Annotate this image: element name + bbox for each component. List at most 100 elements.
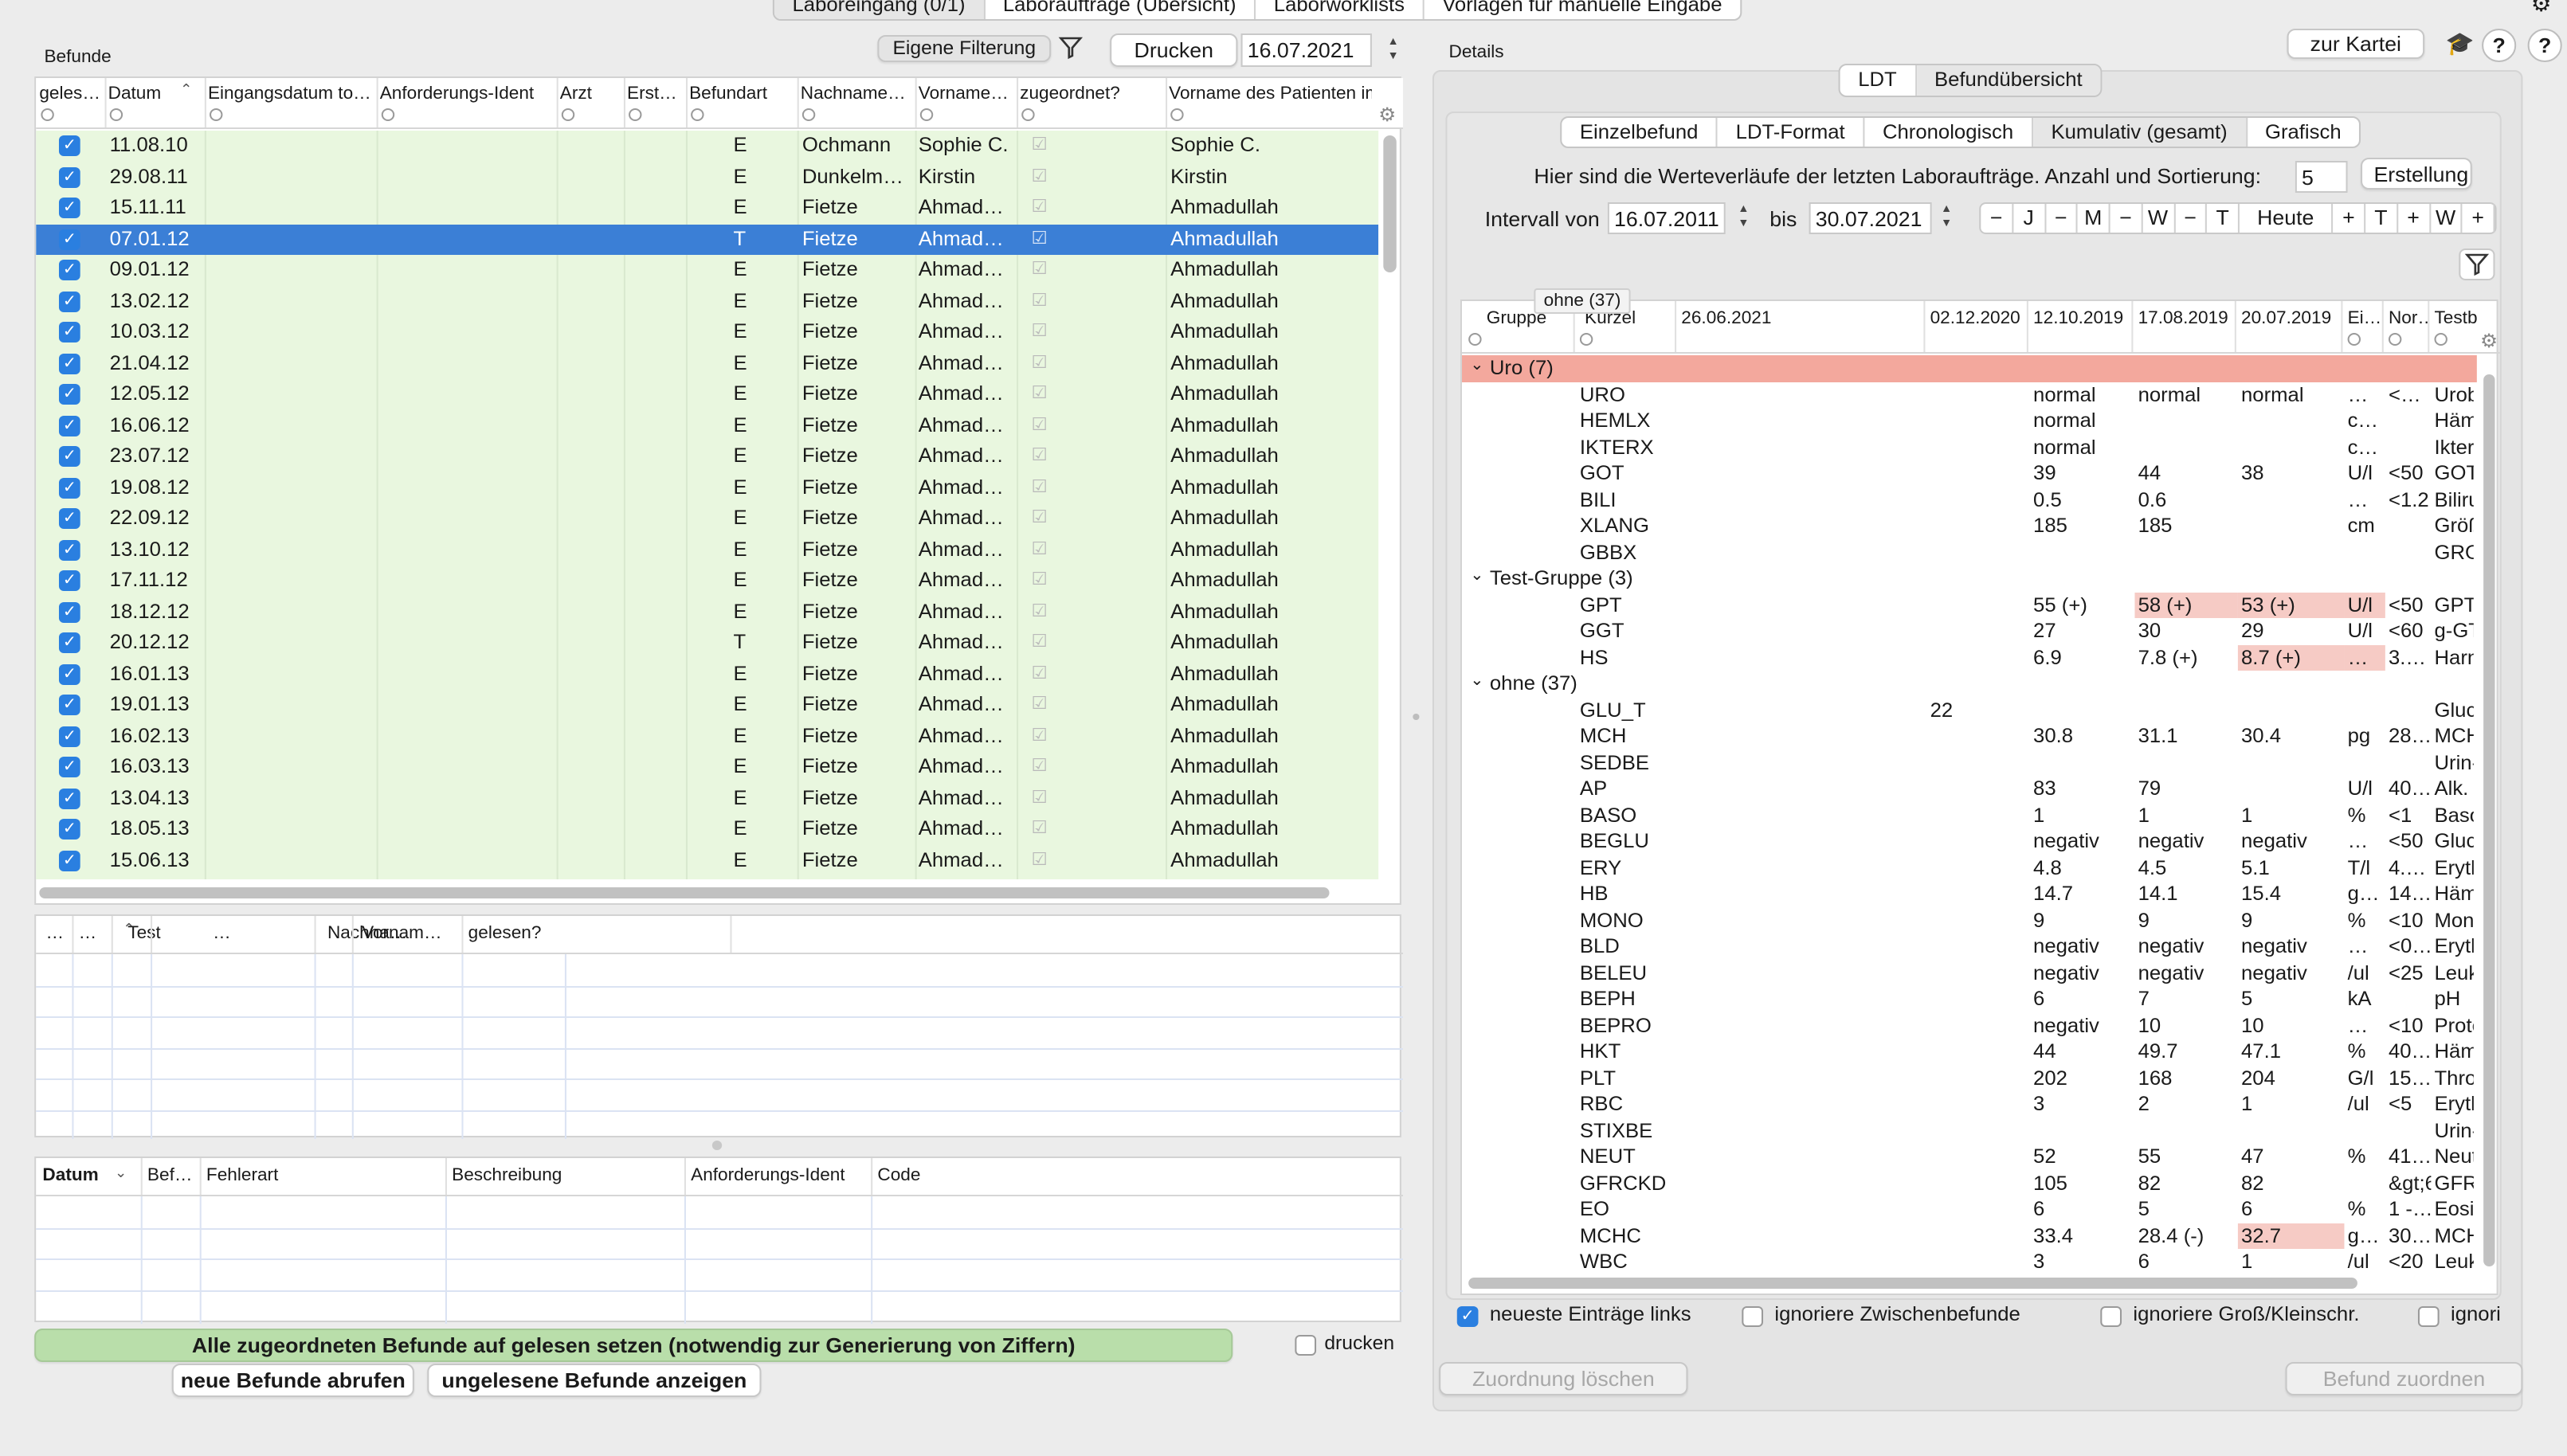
column-filter-radio[interactable]: [2434, 333, 2447, 346]
info-help-icon[interactable]: ?: [2527, 29, 2562, 62]
lab-value-row[interactable]: XLANG 185 185 cm Größ: [1462, 513, 2477, 539]
cumulative-column-header[interactable]: 12.10.2019: [2033, 309, 2131, 328]
column-header[interactable]: Befundart: [689, 84, 790, 104]
read-checkbox[interactable]: ✓: [58, 415, 80, 436]
show-unread-button[interactable]: ungelesene Befunde anzeigen: [427, 1364, 762, 1397]
column-filter-radio[interactable]: [1468, 333, 1482, 346]
lab-value-row[interactable]: NEUT 52 55 47% 41… Neut: [1462, 1144, 2477, 1170]
error-column-header[interactable]: Code: [877, 1166, 920, 1185]
gear-icon[interactable]: ⚙: [2531, 0, 2552, 18]
column-header[interactable]: Arzt: [560, 84, 617, 104]
table-row[interactable]: ✓ 20.12.12 T Fietze Ahmad… ☑ Ahmadullah: [36, 628, 1378, 659]
range-button-7[interactable]: T: [2207, 204, 2240, 233]
table-row[interactable]: ✓ 11.08.10 E Ochmann Sophie C. ☑ Sophie C.: [36, 131, 1378, 162]
lab-value-row[interactable]: HB 14.7 14.1 15.4 g… 14… Häm: [1462, 881, 2477, 907]
table-row[interactable]: ✓ 16.02.13 E Fietze Ahmad… ☑ Ahmadullah: [36, 721, 1378, 752]
read-checkbox[interactable]: ✓: [58, 166, 80, 187]
chevron-down-icon[interactable]: ⌄: [1470, 357, 1483, 374]
lab-value-row[interactable]: EO 6 5 6% 1 -… Eosi: [1462, 1196, 2477, 1223]
table-row[interactable]: ✓ 19.01.13 E Fietze Ahmad… ☑ Ahmadullah: [36, 690, 1378, 721]
read-checkbox[interactable]: ✓: [58, 695, 80, 715]
cumulative-column-header[interactable]: 26.06.2021: [1681, 309, 1923, 328]
range-button-3[interactable]: M: [2078, 204, 2110, 233]
column-filter-radio[interactable]: [1021, 108, 1035, 121]
lab-value-row[interactable]: ERY 4.8 4.5 5.1 T/l 4.… Eryth: [1462, 855, 2477, 881]
column-filter-radio[interactable]: [561, 108, 575, 121]
error-column-header[interactable]: Beschreibung: [452, 1166, 562, 1185]
cumulative-settings-icon[interactable]: ⚙: [2480, 330, 2498, 352]
column-header[interactable]: Vorname des Patienten im: [1169, 84, 1372, 104]
count-field[interactable]: 5: [2295, 161, 2348, 193]
lab-value-row[interactable]: HS 6.9 7.8 (+) 8.7 (+)…3.… Harn: [1462, 644, 2477, 671]
lab-value-row[interactable]: GBBX GRO: [1462, 539, 2477, 566]
range-button-12[interactable]: W: [2430, 204, 2463, 233]
column-header[interactable]: zugeordnet?: [1020, 84, 1159, 104]
column-filter-radio[interactable]: [2347, 333, 2361, 346]
error-column-header[interactable]: Anforderungs-Ident: [691, 1166, 845, 1185]
from-date-field[interactable]: 16.07.2011: [1607, 202, 1726, 234]
column-header[interactable]: Anforderungs-Ident: [380, 84, 551, 104]
test-column-header[interactable]: …: [79, 924, 97, 943]
fetch-results-button[interactable]: neue Befunde abrufen: [171, 1364, 414, 1397]
cumulative-column-header[interactable]: Testb: [2434, 309, 2499, 328]
cumulative-column-header[interactable]: Nor…: [2389, 309, 2428, 328]
date-stepper[interactable]: ▲ ▼: [1383, 35, 1403, 65]
from-date-stepper[interactable]: ▲ ▼: [1734, 202, 1754, 233]
table-row[interactable]: ✓ 12.05.12 E Fietze Ahmad… ☑ Ahmadullah: [36, 379, 1378, 410]
read-checkbox[interactable]: ✓: [58, 260, 80, 280]
print-button[interactable]: Drucken: [1110, 33, 1238, 67]
top-tab-3[interactable]: Vorlagen für manuelle Eingabe: [1425, 0, 1741, 19]
detail-tab-1[interactable]: Befundübersicht: [1916, 65, 2101, 96]
lab-value-row[interactable]: BLD negativ negativ negativ … <0…Eryth: [1462, 933, 2477, 960]
read-checkbox[interactable]: ✓: [58, 663, 80, 684]
set-read-button[interactable]: Alle zugeordneten Befunde auf gelesen se…: [34, 1329, 1233, 1362]
lab-value-row[interactable]: WBC 3 6 1/ul <20 Leuk: [1462, 1249, 2477, 1273]
print-checkbox[interactable]: [1295, 1335, 1317, 1356]
table-row[interactable]: ✓ 15.06.13 E Fietze Ahmad… ☑ Ahmadullah: [36, 845, 1378, 876]
lab-value-row[interactable]: HEMLX normal c… Häm: [1462, 408, 2477, 434]
read-checkbox[interactable]: ✓: [58, 384, 80, 405]
lab-value-row[interactable]: BEPRO negativ 10 10 … <10 Prote: [1462, 1012, 2477, 1039]
detail-tab-0[interactable]: LDT: [1840, 65, 1917, 96]
pane-splitter[interactable]: [1413, 714, 1420, 720]
column-filter-radio[interactable]: [41, 108, 54, 121]
table-row[interactable]: ✓ 10.03.12 E Fietze Ahmad… ☑ Ahmadullah: [36, 317, 1378, 348]
table-row[interactable]: ✓ 13.02.12 E Fietze Ahmad… ☑ Ahmadullah: [36, 286, 1378, 317]
lab-value-row[interactable]: GPT 55 (+) 58 (+) 53 (+) U/l <50 GPT: [1462, 592, 2477, 618]
column-filter-radio[interactable]: [109, 108, 123, 121]
range-button-11[interactable]: +: [2398, 204, 2431, 233]
horizontal-scrollbar[interactable]: [39, 887, 1330, 898]
lab-value-row[interactable]: GFRCKD 105 82 82&gt;60GFR: [1462, 1170, 2477, 1196]
group-row[interactable]: ⌄ Uro (7): [1461, 355, 2477, 382]
error-column-header[interactable]: Bef…: [147, 1166, 193, 1185]
splitter-handle[interactable]: [711, 1141, 723, 1150]
top-tab-0[interactable]: Laboreingang (0/1): [774, 0, 986, 19]
sort-ascending-icon[interactable]: ⌃: [180, 81, 193, 99]
test-column-header[interactable]: …: [213, 924, 231, 943]
chart-filter-icon[interactable]: [2459, 249, 2495, 280]
chevron-down-icon[interactable]: ⌄: [115, 1164, 127, 1182]
column-filter-radio[interactable]: [1579, 333, 1593, 346]
newest-left-checkbox[interactable]: ✓: [1456, 1306, 1479, 1327]
table-row[interactable]: ✓ 18.12.12 E Fietze Ahmad… ☑ Ahmadullah: [36, 597, 1378, 628]
view-tab-1[interactable]: LDT-Format: [1718, 118, 1865, 147]
table-row[interactable]: ✓ 16.03.13 E Fietze Ahmad… ☑ Ahmadullah: [36, 752, 1378, 783]
column-filter-radio[interactable]: [629, 108, 642, 121]
lab-value-row[interactable]: GLU_T 22 Gluc: [1462, 697, 2477, 723]
read-checkbox[interactable]: ✓: [58, 601, 80, 622]
lab-value-row[interactable]: BEGLU negativ negativ negativ … <50 Gluc: [1462, 828, 2477, 855]
cumulative-column-header[interactable]: 20.07.2019: [2241, 309, 2341, 328]
column-filter-radio[interactable]: [210, 108, 223, 121]
unassign-button[interactable]: Zuordnung löschen: [1439, 1362, 1688, 1395]
lab-value-row[interactable]: GOT 39 44 38 U/l <50 GOT: [1462, 460, 2477, 487]
column-filter-radio[interactable]: [919, 108, 934, 121]
test-column-header[interactable]: gelesen?: [468, 924, 542, 943]
table-row[interactable]: ✓ 19.08.12 E Fietze Ahmad… ☑ Ahmadullah: [36, 472, 1378, 503]
lab-value-row[interactable]: STIXBE Urin-: [1462, 1117, 2477, 1144]
range-button-0[interactable]: −: [1981, 204, 2013, 233]
lab-value-row[interactable]: MCH30.831.130.4pg28…MCH: [1462, 723, 2477, 750]
read-checkbox[interactable]: ✓: [58, 198, 80, 218]
column-header[interactable]: Vorname…: [919, 84, 1010, 104]
read-checkbox[interactable]: ✓: [58, 757, 80, 777]
column-filter-radio[interactable]: [691, 108, 704, 121]
